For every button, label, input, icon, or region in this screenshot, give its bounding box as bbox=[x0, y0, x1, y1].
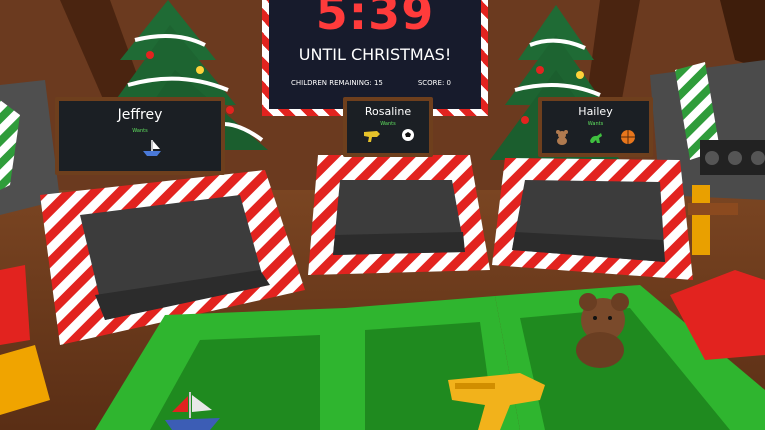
teddy-bear-toy[interactable] bbox=[576, 293, 629, 368]
request-board-hailey: Hailey Wants bbox=[538, 97, 653, 157]
basketball-icon bbox=[621, 130, 635, 144]
child-name: Jeffrey bbox=[117, 107, 163, 123]
request-board-rosaline: Rosaline Wants bbox=[343, 97, 433, 157]
chute-rosaline bbox=[308, 155, 490, 275]
until-christmas-label: UNTIL CHRISTMAS! bbox=[298, 45, 452, 64]
toy-dinosaur-icon bbox=[590, 133, 602, 143]
toy-gun-icon bbox=[364, 131, 380, 142]
children-remaining: CHILDREN REMAINING: 15 bbox=[291, 79, 383, 87]
wants-label: Wants bbox=[587, 121, 604, 127]
child-name: Hailey bbox=[578, 105, 613, 118]
toy-boat-icon bbox=[143, 140, 161, 156]
countdown-time: 5:39 bbox=[315, 0, 435, 40]
score-display: SCORE: 0 bbox=[417, 79, 451, 87]
chute-hailey bbox=[492, 158, 693, 280]
wants-label: Wants bbox=[132, 128, 148, 134]
teddy-bear-icon bbox=[556, 130, 568, 145]
child-name: Rosaline bbox=[364, 105, 412, 118]
wants-label: Wants bbox=[380, 121, 396, 127]
soccer-ball-icon bbox=[402, 129, 414, 141]
request-board-jeffrey: Jeffrey Wants bbox=[55, 97, 225, 175]
